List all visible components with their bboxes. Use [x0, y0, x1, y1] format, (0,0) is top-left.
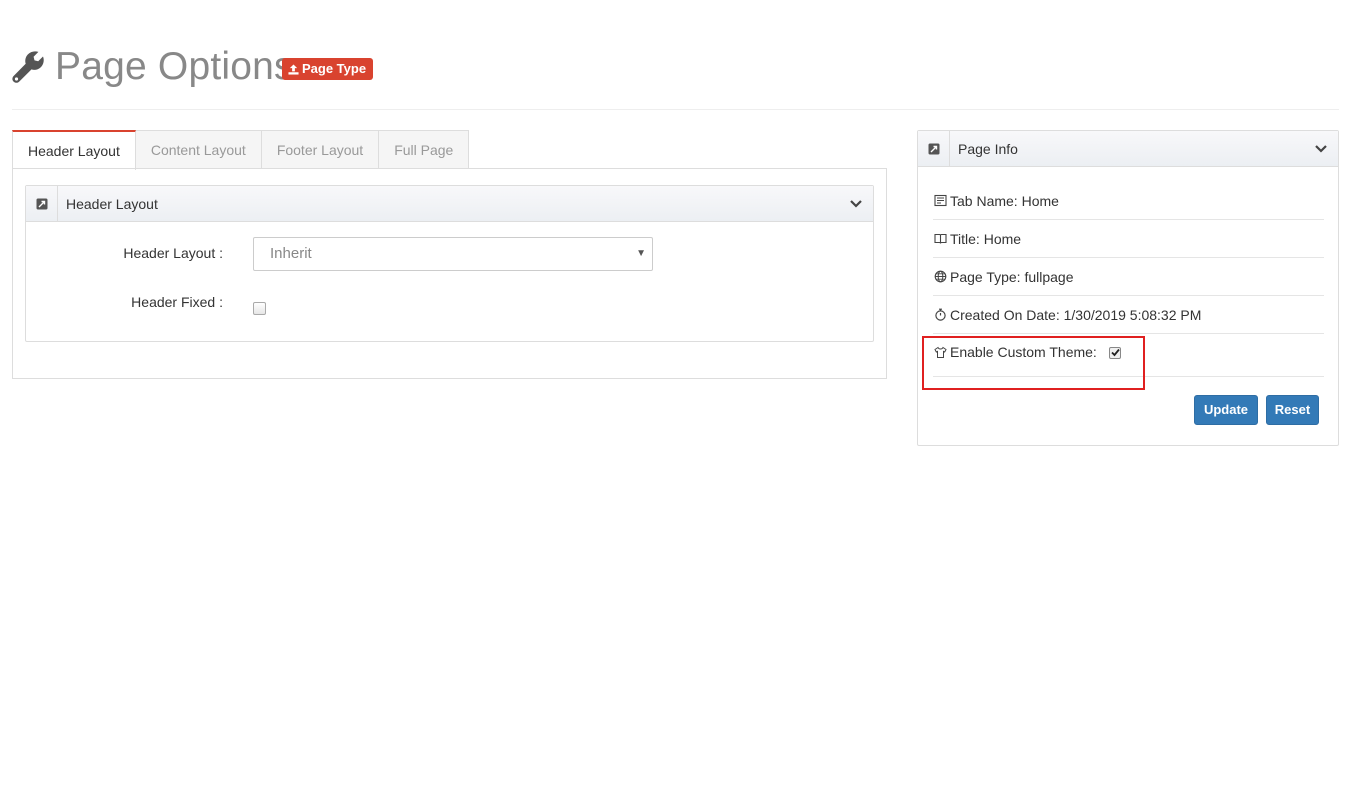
- page-type-badge-label: Page Type: [302, 61, 367, 76]
- header-layout-select[interactable]: Inherit ▼: [253, 237, 653, 271]
- chevron-down-icon[interactable]: [1314, 143, 1328, 155]
- caret-down-icon: ▼: [636, 248, 646, 259]
- newspaper-icon: [934, 194, 947, 207]
- tab-content-layout[interactable]: Content Layout: [135, 130, 262, 169]
- header-fixed-checkbox[interactable]: [253, 302, 266, 315]
- tab-header-layout[interactable]: Header Layout: [12, 130, 136, 170]
- header-layout-label: Header Layout :: [123, 245, 223, 261]
- header-layout-panel-title: Header Layout: [66, 195, 158, 212]
- info-row-page-type: Page Type: fullpage: [933, 258, 1324, 296]
- info-row-tab-name: Tab Name: Home: [933, 182, 1324, 220]
- update-button[interactable]: Update: [1194, 395, 1258, 425]
- tab-name-text: Tab Name: Home: [950, 192, 1059, 209]
- wrench-icon: [12, 51, 44, 83]
- page-type-text: Page Type: fullpage: [950, 268, 1074, 285]
- info-row-created: Created On Date: 1/30/2019 5:08:32 PM: [933, 296, 1324, 334]
- page-info-panel: Page Info Tab Name: Home Title: Home Pag…: [917, 130, 1339, 446]
- highlight-annotation-box: [922, 336, 1145, 390]
- stopwatch-icon: [935, 308, 946, 321]
- expand-icon: [928, 143, 939, 154]
- tab-full-page[interactable]: Full Page: [379, 130, 470, 169]
- header-layout-row: Header Layout : Inherit ▼: [26, 237, 873, 271]
- tab-footer-layout[interactable]: Footer Layout: [261, 130, 380, 169]
- page-info-panel-heading[interactable]: Page Info: [918, 130, 1338, 167]
- title-text: Title: Home: [950, 230, 1022, 247]
- upload-icon: [288, 63, 299, 75]
- globe-icon: [934, 270, 947, 283]
- created-date-text: Created On Date: 1/30/2019 5:08:32 PM: [950, 306, 1202, 323]
- expand-icon: [36, 198, 47, 209]
- book-icon: [934, 233, 947, 244]
- page-info-panel-title: Page Info: [958, 140, 1018, 157]
- page-title: Page Options: [55, 45, 294, 88]
- header-fixed-row: Header Fixed :: [26, 286, 873, 320]
- reset-button[interactable]: Reset: [1266, 395, 1319, 425]
- page-header: Page Options Page Type: [12, 40, 1339, 110]
- header-layout-panel: Header Layout Header Layout : Inherit ▼ …: [25, 185, 874, 342]
- header-layout-panel-heading[interactable]: Header Layout: [26, 185, 873, 222]
- header-fixed-label: Header Fixed :: [131, 294, 223, 310]
- header-layout-select-value: Inherit: [270, 245, 312, 262]
- chevron-down-icon[interactable]: [849, 198, 863, 210]
- info-row-title: Title: Home: [933, 220, 1324, 258]
- page-type-badge[interactable]: Page Type: [282, 58, 374, 80]
- layout-tabs: Header Layout Content Layout Footer Layo…: [12, 130, 470, 170]
